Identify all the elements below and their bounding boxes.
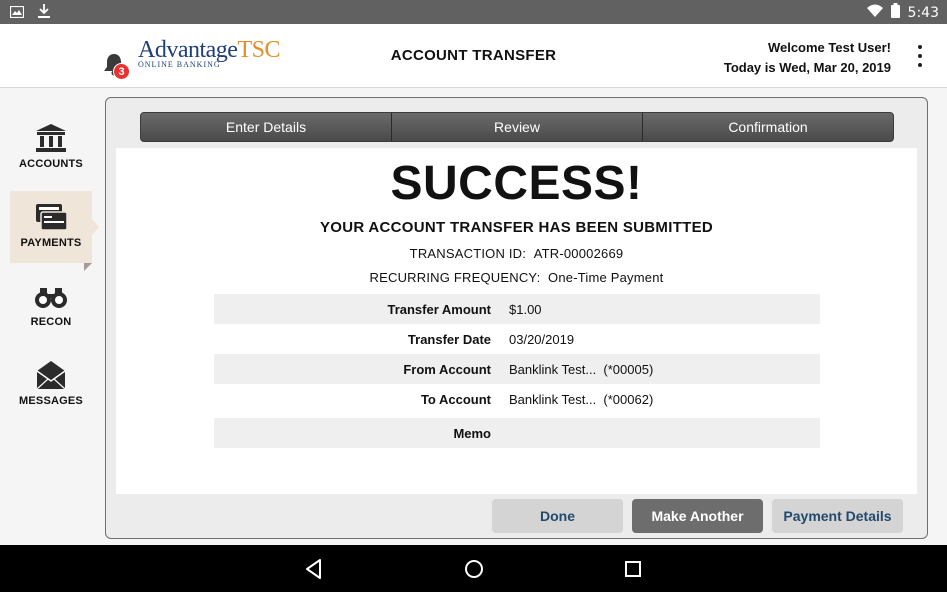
transfer-panel: Enter Details Review Confirmation SUCCES… bbox=[105, 97, 928, 539]
detail-value: Banklink Test... (*00062) bbox=[509, 391, 654, 407]
sidebar-item-accounts[interactable]: ACCOUNTS bbox=[10, 112, 92, 184]
overflow-menu-icon[interactable] bbox=[917, 45, 923, 67]
payment-details-button[interactable]: Payment Details bbox=[772, 499, 903, 533]
detail-row-from-account: From Account Banklink Test... (*00005) bbox=[214, 354, 820, 384]
detail-label: Transfer Date bbox=[407, 331, 491, 347]
step-confirmation: Confirmation bbox=[728, 119, 808, 135]
sidebar-item-label: RECON bbox=[30, 316, 72, 328]
step-enter-details: Enter Details bbox=[141, 113, 392, 141]
detail-value: Banklink Test... (*00005) bbox=[509, 361, 654, 377]
sidebar-item-label: MESSAGES bbox=[19, 395, 83, 407]
current-date: Today is Wed, Mar 20, 2019 bbox=[723, 60, 891, 75]
transfer-details-table: Transfer Amount $1.00 Transfer Date 03/2… bbox=[214, 294, 820, 448]
wifi-icon bbox=[866, 4, 883, 21]
detail-value: 03/20/2019 bbox=[509, 331, 575, 347]
welcome-text: Welcome Test User! Today is Wed, Mar 20,… bbox=[724, 38, 891, 78]
recurring-frequency: RECURRING FREQUENCY: One-Time Payment bbox=[369, 270, 664, 285]
sidebar-item-label: ACCOUNTS bbox=[19, 158, 83, 170]
progress-steps: Enter Details Review Confirmation bbox=[140, 112, 894, 142]
sidebar-item-recon[interactable]: RECON bbox=[10, 270, 92, 342]
detail-row-to-account: To Account Banklink Test... (*00062) bbox=[214, 384, 820, 414]
done-button[interactable]: Done bbox=[492, 499, 623, 533]
transaction-id: TRANSACTION ID: ATR-00002669 bbox=[409, 246, 624, 261]
image-icon bbox=[9, 5, 25, 23]
recents-icon[interactable] bbox=[621, 557, 645, 581]
success-headline: SUCCESS! bbox=[390, 157, 643, 210]
sidebar-item-label: PAYMENTS bbox=[20, 237, 82, 249]
payments-icon bbox=[33, 201, 69, 233]
bank-icon bbox=[33, 122, 69, 154]
detail-row-amount: Transfer Amount $1.00 bbox=[214, 294, 820, 324]
status-bar: 5:43 bbox=[0, 0, 947, 24]
confirmation-content: SUCCESS! YOUR ACCOUNT TRANSFER HAS BEEN … bbox=[116, 148, 917, 494]
detail-label: From Account bbox=[403, 361, 491, 377]
welcome-message: Welcome Test User! bbox=[767, 40, 891, 55]
sidebar-item-payments[interactable]: PAYMENTS bbox=[10, 191, 99, 271]
detail-row-date: Transfer Date 03/20/2019 bbox=[214, 324, 820, 354]
battery-icon bbox=[890, 3, 900, 22]
detail-label: Memo bbox=[453, 425, 491, 441]
make-another-button[interactable]: Make Another bbox=[632, 499, 763, 533]
submitted-message: YOUR ACCOUNT TRANSFER HAS BEEN SUBMITTED bbox=[319, 219, 714, 236]
binoculars-icon bbox=[33, 280, 69, 312]
status-time: 5:43 bbox=[907, 4, 939, 21]
download-icon bbox=[38, 4, 50, 23]
step-review: Review bbox=[392, 113, 643, 141]
sidebar-item-messages[interactable]: MESSAGES bbox=[10, 349, 92, 421]
app-header: 3 AdvantageTSC ONLINE BANKING ACCOUNT TR… bbox=[0, 24, 947, 88]
home-icon[interactable] bbox=[462, 557, 486, 581]
detail-row-memo: Memo bbox=[214, 418, 820, 448]
system-nav-bar bbox=[0, 545, 947, 592]
detail-label: Transfer Amount bbox=[387, 301, 491, 317]
sidebar: ACCOUNTS PAYMENTS RECON MESSAGES bbox=[0, 88, 99, 545]
detail-label: To Account bbox=[420, 391, 491, 407]
detail-value: $1.00 bbox=[509, 301, 542, 317]
notification-badge: 3 bbox=[113, 63, 130, 80]
envelope-icon bbox=[33, 359, 69, 391]
back-icon[interactable] bbox=[302, 557, 326, 581]
